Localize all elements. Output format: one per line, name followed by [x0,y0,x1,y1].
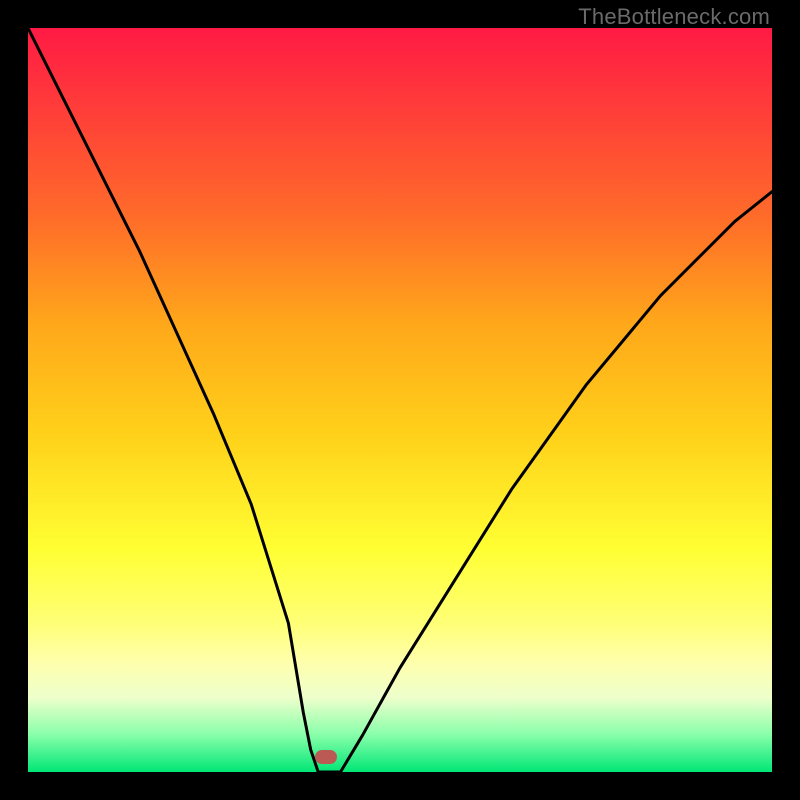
minimum-marker [315,750,337,764]
curve-svg [28,28,772,772]
bottleneck-curve [28,28,772,772]
watermark-text: TheBottleneck.com [578,4,770,30]
plot-area [28,28,772,772]
chart-frame: TheBottleneck.com [0,0,800,800]
